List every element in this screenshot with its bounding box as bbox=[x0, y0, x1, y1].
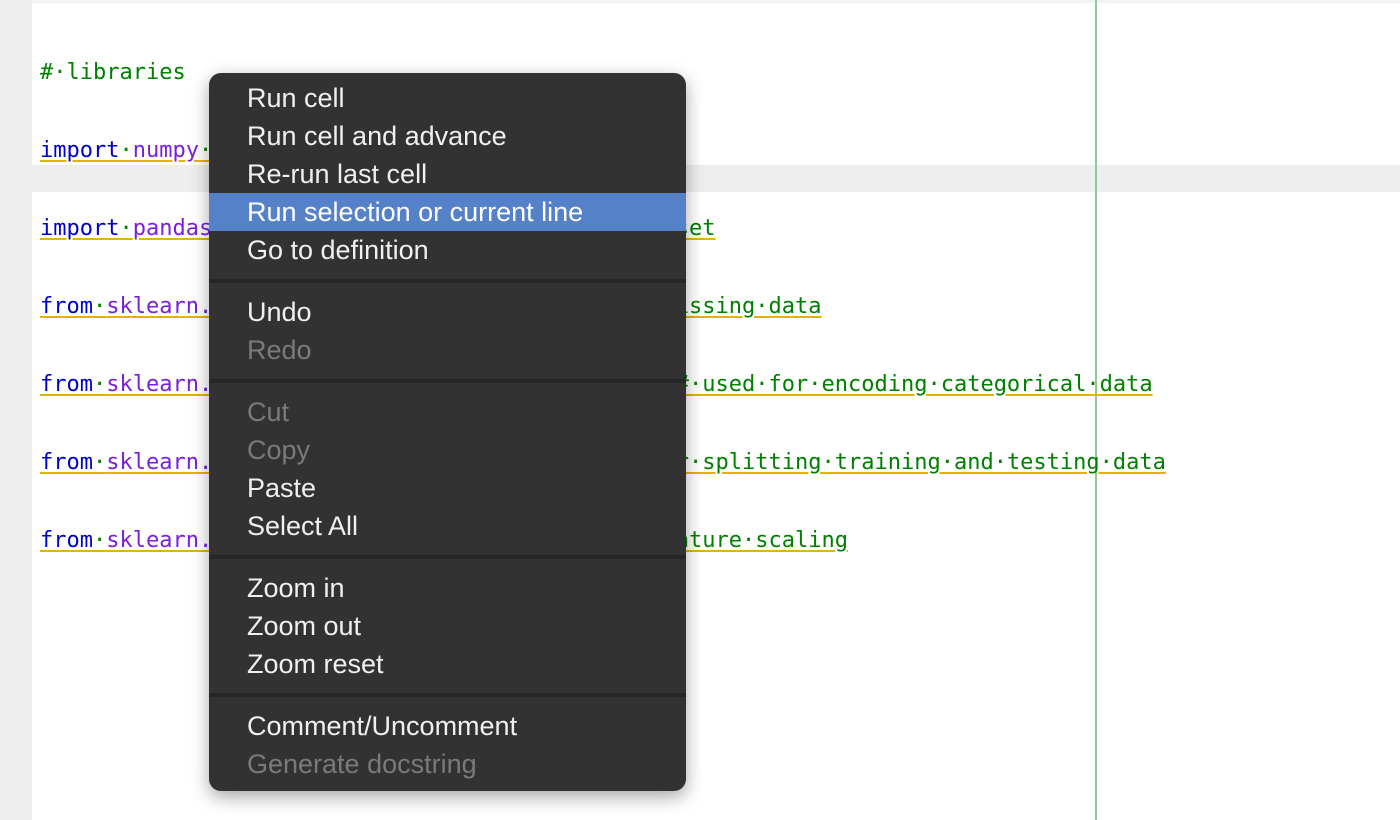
menu-item-comment-uncomment[interactable]: Comment/Uncomment bbox=[209, 707, 686, 745]
code-token: #·libraries bbox=[40, 60, 186, 85]
menu-item-generate-docstring: Generate docstring bbox=[247, 749, 477, 779]
code-token: ·#·used·for·encoding·categorical·data bbox=[662, 372, 1153, 397]
code-token: sklearn. bbox=[106, 294, 213, 319]
code-token: sklearn. bbox=[106, 372, 213, 397]
code-token: import bbox=[40, 216, 120, 241]
editor-gutter bbox=[0, 0, 32, 820]
menu-item-paste[interactable]: Paste bbox=[209, 469, 686, 507]
menu-item-rerun-last-cell[interactable]: Re-run last cell bbox=[209, 155, 686, 193]
code-token: from bbox=[40, 294, 93, 319]
code-token: sklearn. bbox=[106, 450, 213, 475]
menu-separator bbox=[209, 693, 686, 697]
menu-item-copy: Copy bbox=[247, 435, 311, 465]
code-token: · bbox=[119, 216, 133, 241]
menu-item-redo: Redo bbox=[247, 335, 312, 365]
menu-item-zoom-in[interactable]: Zoom in bbox=[209, 569, 686, 607]
menu-item-zoom-out[interactable]: Zoom out bbox=[209, 607, 686, 645]
menu-separator bbox=[209, 279, 686, 283]
code-token: · bbox=[92, 372, 107, 397]
code-token: · bbox=[92, 450, 107, 475]
context-menu: Run cell Run cell and advance Re-run las… bbox=[209, 73, 686, 791]
menu-item-go-to-definition[interactable]: Go to definition bbox=[209, 231, 686, 269]
menu-separator bbox=[209, 379, 686, 383]
code-token: import bbox=[40, 138, 120, 163]
menu-item-undo[interactable]: Undo bbox=[209, 293, 686, 331]
menu-separator bbox=[209, 555, 686, 559]
menu-item-zoom-reset[interactable]: Zoom reset bbox=[209, 645, 686, 683]
code-token: · bbox=[119, 138, 133, 163]
menu-item-run-selection[interactable]: Run selection or current line bbox=[209, 193, 686, 231]
code-token: from bbox=[40, 528, 93, 553]
menu-item-run-cell[interactable]: Run cell bbox=[209, 79, 686, 117]
editor-top-strip bbox=[32, 0, 1400, 3]
code-token: from bbox=[40, 372, 93, 397]
code-token: numpy bbox=[132, 138, 199, 163]
code-token: sklearn. bbox=[106, 528, 213, 553]
menu-item-run-cell-and-advance[interactable]: Run cell and advance bbox=[209, 117, 686, 155]
code-token: · bbox=[92, 294, 107, 319]
menu-item-cut: Cut bbox=[247, 397, 290, 427]
code-token: pandas bbox=[132, 216, 213, 241]
code-token: from bbox=[40, 450, 93, 475]
code-token: · bbox=[92, 528, 107, 553]
menu-item-select-all[interactable]: Select All bbox=[209, 507, 686, 545]
